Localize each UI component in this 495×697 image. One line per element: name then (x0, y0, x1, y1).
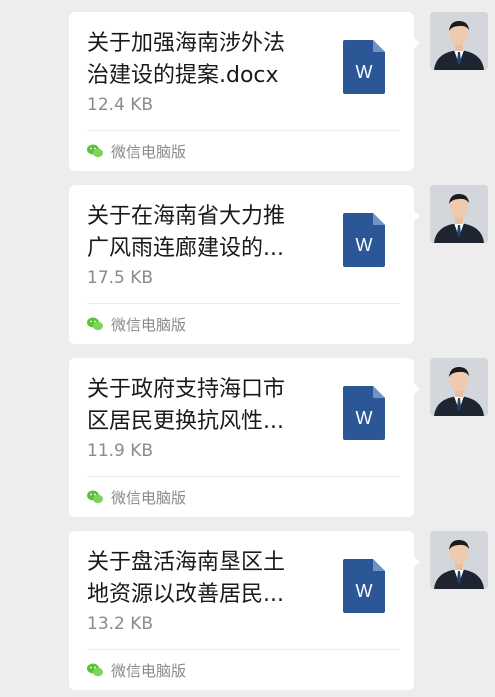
word-document-icon: W (343, 386, 385, 440)
wechat-icon (87, 663, 103, 677)
svg-text:W: W (356, 62, 373, 82)
wechat-icon (87, 490, 103, 504)
source-label: 微信电脑版 (111, 661, 187, 680)
word-document-icon: W (343, 213, 385, 267)
file-card[interactable]: 关于盘活海南垦区土 地资源以改善居民... W 13.2 KB 微信电脑版 (69, 531, 414, 690)
divider (87, 476, 400, 477)
source-label: 微信电脑版 (111, 488, 187, 507)
file-name: 关于加强海南涉外法 治建设的提案.docx (87, 28, 332, 92)
file-name-line: 关于盘活海南垦区土 (87, 550, 286, 575)
bubble-tail (412, 36, 420, 50)
file-message: 关于政府支持海口市 区居民更换抗风性... W 11.9 KB 微信电脑版 (0, 358, 495, 518)
source-label: 微信电脑版 (111, 142, 187, 161)
divider (87, 649, 400, 650)
avatar[interactable] (430, 185, 488, 243)
file-size: 17.5 KB (87, 268, 154, 288)
svg-text:W: W (356, 235, 373, 255)
file-name-line: 关于加强海南涉外法 (87, 31, 286, 56)
source-label: 微信电脑版 (111, 315, 187, 334)
file-message: 关于加强海南涉外法 治建设的提案.docx W 12.4 KB 微信电脑版 (0, 12, 495, 172)
bubble-tail (412, 382, 420, 396)
divider (87, 303, 400, 304)
person-avatar-icon (430, 358, 488, 416)
bubble-tail (412, 209, 420, 223)
file-name-line: 广风雨连廊建设的... (87, 236, 284, 261)
source-row: 微信电脑版 (87, 486, 186, 508)
person-avatar-icon (430, 531, 488, 589)
source-row: 微信电脑版 (87, 140, 186, 162)
wechat-icon (87, 317, 103, 331)
person-avatar-icon (430, 12, 488, 70)
divider (87, 130, 400, 131)
file-size: 12.4 KB (87, 95, 154, 115)
file-name-line: 地资源以改善居民... (87, 582, 284, 607)
source-row: 微信电脑版 (87, 313, 186, 335)
bubble-tail (412, 555, 420, 569)
word-document-icon: W (343, 40, 385, 94)
wechat-icon (87, 144, 103, 158)
source-row: 微信电脑版 (87, 659, 186, 681)
avatar[interactable] (430, 531, 488, 589)
file-name-line: 关于政府支持海口市 (87, 377, 286, 402)
file-size: 11.9 KB (87, 441, 154, 461)
file-name: 关于盘活海南垦区土 地资源以改善居民... (87, 547, 332, 611)
file-name: 关于在海南省大力推 广风雨连廊建设的... (87, 201, 332, 265)
svg-text:W: W (356, 408, 373, 428)
file-name: 关于政府支持海口市 区居民更换抗风性... (87, 374, 332, 438)
person-avatar-icon (430, 185, 488, 243)
file-message: 关于在海南省大力推 广风雨连廊建设的... W 17.5 KB 微信电脑版 (0, 185, 495, 345)
file-message: 关于盘活海南垦区土 地资源以改善居民... W 13.2 KB 微信电脑版 (0, 531, 495, 691)
file-card[interactable]: 关于政府支持海口市 区居民更换抗风性... W 11.9 KB 微信电脑版 (69, 358, 414, 517)
word-document-icon: W (343, 559, 385, 613)
file-name-line: 关于在海南省大力推 (87, 204, 286, 229)
file-name-line: 区居民更换抗风性... (87, 409, 284, 434)
file-size: 13.2 KB (87, 614, 154, 634)
svg-text:W: W (356, 581, 373, 601)
avatar[interactable] (430, 358, 488, 416)
file-name-line: 治建设的提案.docx (87, 63, 279, 88)
file-card[interactable]: 关于加强海南涉外法 治建设的提案.docx W 12.4 KB 微信电脑版 (69, 12, 414, 171)
avatar[interactable] (430, 12, 488, 70)
file-card[interactable]: 关于在海南省大力推 广风雨连廊建设的... W 17.5 KB 微信电脑版 (69, 185, 414, 344)
